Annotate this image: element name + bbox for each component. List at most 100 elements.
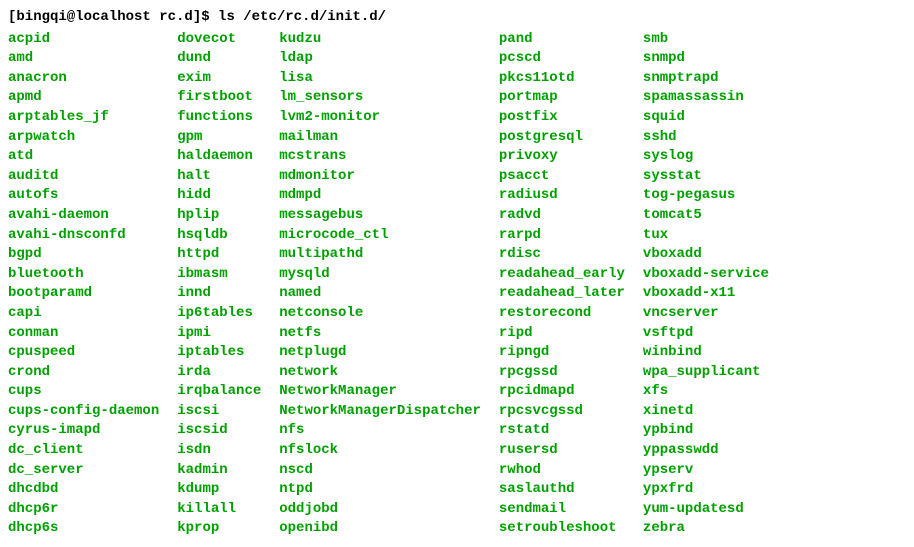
file-entry: sysstat bbox=[643, 167, 769, 187]
file-entry: httpd bbox=[177, 245, 261, 265]
file-entry: tomcat5 bbox=[643, 206, 769, 226]
file-entry: hplip bbox=[177, 206, 261, 226]
file-entry: radiusd bbox=[499, 186, 625, 206]
file-entry: capi bbox=[8, 304, 159, 324]
file-entry: zebra bbox=[643, 519, 769, 539]
file-entry: rpcidmapd bbox=[499, 382, 625, 402]
prompt-command: ls /etc/rc.d/init.d/ bbox=[218, 9, 386, 25]
file-entry: avahi-daemon bbox=[8, 206, 159, 226]
file-entry: conman bbox=[8, 324, 159, 344]
file-entry: dovecot bbox=[177, 30, 261, 50]
file-column: pandpcscdpkcs11otdportmappostfixpostgres… bbox=[499, 30, 625, 539]
file-entry: rdisc bbox=[499, 245, 625, 265]
file-entry: saslauthd bbox=[499, 480, 625, 500]
file-entry: dhcp6s bbox=[8, 519, 159, 539]
file-entry: amd bbox=[8, 49, 159, 69]
file-entry: postfix bbox=[499, 108, 625, 128]
file-entry: arpwatch bbox=[8, 128, 159, 148]
file-entry: openibd bbox=[279, 519, 481, 539]
file-entry: winbind bbox=[643, 343, 769, 363]
file-entry: auditd bbox=[8, 167, 159, 187]
file-entry: arptables_jf bbox=[8, 108, 159, 128]
file-entry: netplugd bbox=[279, 343, 481, 363]
file-entry: xfs bbox=[643, 382, 769, 402]
file-entry: killall bbox=[177, 500, 261, 520]
file-entry: anacron bbox=[8, 69, 159, 89]
file-entry: bluetooth bbox=[8, 265, 159, 285]
file-entry: readahead_early bbox=[499, 265, 625, 285]
file-entry: crond bbox=[8, 363, 159, 383]
file-entry: ypxfrd bbox=[643, 480, 769, 500]
file-entry: halt bbox=[177, 167, 261, 187]
file-entry: dhcp6r bbox=[8, 500, 159, 520]
file-entry: dc_client bbox=[8, 441, 159, 461]
file-entry: cyrus-imapd bbox=[8, 421, 159, 441]
file-entry: dund bbox=[177, 49, 261, 69]
file-entry: nfs bbox=[279, 421, 481, 441]
file-entry: sendmail bbox=[499, 500, 625, 520]
file-entry: rstatd bbox=[499, 421, 625, 441]
file-entry: dc_server bbox=[8, 461, 159, 481]
file-entry: irda bbox=[177, 363, 261, 383]
file-entry: irqbalance bbox=[177, 382, 261, 402]
file-entry: bgpd bbox=[8, 245, 159, 265]
file-entry: lisa bbox=[279, 69, 481, 89]
file-entry: oddjobd bbox=[279, 500, 481, 520]
file-entry: vboxadd-service bbox=[643, 265, 769, 285]
file-entry: iscsid bbox=[177, 421, 261, 441]
file-entry: smb bbox=[643, 30, 769, 50]
file-entry: snmpd bbox=[643, 49, 769, 69]
file-entry: kdump bbox=[177, 480, 261, 500]
file-entry: restorecond bbox=[499, 304, 625, 324]
prompt-user-host: [bingqi@localhost rc.d]$ bbox=[8, 9, 210, 25]
file-entry: netconsole bbox=[279, 304, 481, 324]
file-column: acpidamdanacronapmdarptables_jfarpwatcha… bbox=[8, 30, 159, 539]
file-entry: cpuspeed bbox=[8, 343, 159, 363]
file-entry: autofs bbox=[8, 186, 159, 206]
file-entry: haldaemon bbox=[177, 147, 261, 167]
file-entry: kprop bbox=[177, 519, 261, 539]
file-entry: exim bbox=[177, 69, 261, 89]
file-entry: hidd bbox=[177, 186, 261, 206]
file-entry: nfslock bbox=[279, 441, 481, 461]
file-entry: isdn bbox=[177, 441, 261, 461]
file-entry: tux bbox=[643, 226, 769, 246]
file-entry: hsqldb bbox=[177, 226, 261, 246]
file-entry: firstboot bbox=[177, 88, 261, 108]
file-entry: vncserver bbox=[643, 304, 769, 324]
file-entry: cups-config-daemon bbox=[8, 402, 159, 422]
file-entry: rpcgssd bbox=[499, 363, 625, 383]
file-entry: gpm bbox=[177, 128, 261, 148]
file-entry: lm_sensors bbox=[279, 88, 481, 108]
file-entry: multipathd bbox=[279, 245, 481, 265]
file-entry: mailman bbox=[279, 128, 481, 148]
file-entry: rwhod bbox=[499, 461, 625, 481]
file-entry: ripngd bbox=[499, 343, 625, 363]
file-entry: pkcs11otd bbox=[499, 69, 625, 89]
file-entry: rarpd bbox=[499, 226, 625, 246]
file-entry: NetworkManagerDispatcher bbox=[279, 402, 481, 422]
file-entry: rpcsvcgssd bbox=[499, 402, 625, 422]
file-entry: pand bbox=[499, 30, 625, 50]
file-entry: vboxadd bbox=[643, 245, 769, 265]
file-entry: ntpd bbox=[279, 480, 481, 500]
file-entry: nscd bbox=[279, 461, 481, 481]
file-entry: iptables bbox=[177, 343, 261, 363]
file-listing: acpidamdanacronapmdarptables_jfarpwatcha… bbox=[8, 30, 906, 539]
file-entry: mcstrans bbox=[279, 147, 481, 167]
file-entry: ldap bbox=[279, 49, 481, 69]
file-entry: vboxadd-x11 bbox=[643, 284, 769, 304]
file-entry: ripd bbox=[499, 324, 625, 344]
file-entry: innd bbox=[177, 284, 261, 304]
file-entry: mysqld bbox=[279, 265, 481, 285]
file-entry: avahi-dnsconfd bbox=[8, 226, 159, 246]
file-entry: pcscd bbox=[499, 49, 625, 69]
file-entry: tog-pegasus bbox=[643, 186, 769, 206]
file-entry: postgresql bbox=[499, 128, 625, 148]
file-entry: xinetd bbox=[643, 402, 769, 422]
file-entry: dhcdbd bbox=[8, 480, 159, 500]
file-entry: functions bbox=[177, 108, 261, 128]
file-entry: mdmpd bbox=[279, 186, 481, 206]
file-entry: syslog bbox=[643, 147, 769, 167]
file-entry: iscsi bbox=[177, 402, 261, 422]
